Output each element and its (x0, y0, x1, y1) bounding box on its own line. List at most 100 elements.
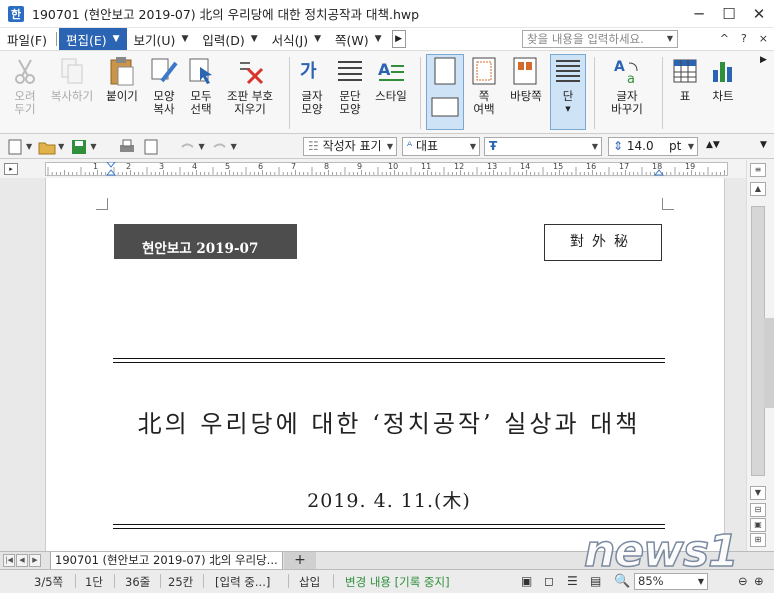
doc-close-icon[interactable]: × (759, 32, 768, 45)
ribbon-expand-icon[interactable]: ▶ (760, 55, 767, 65)
toolbar-expand-icon[interactable]: ▼ (760, 140, 767, 150)
menu-file[interactable]: 파일(F) (0, 28, 54, 50)
scroll-thumb[interactable] (751, 206, 765, 476)
page-margin-button[interactable]: 쪽 여백 (466, 55, 502, 116)
paste-button[interactable]: 붙이기 (103, 55, 141, 103)
undo-dropdown-icon[interactable]: ▼ (198, 142, 204, 151)
ruler-strip[interactable]: 1 2 3 4 5 6 7 8 9 10 11 12 13 14 15 16 1… (45, 162, 728, 176)
columns-dropdown-icon[interactable]: ▼ (565, 103, 570, 116)
menu-edit[interactable]: 편집(E) ▼ (58, 28, 127, 50)
add-tab-button[interactable]: + (284, 552, 316, 569)
format-copy-label: 모양 복사 (153, 89, 175, 116)
page-margin-label: 쪽 여백 (473, 89, 495, 116)
status-mode: [입력 중...] (215, 575, 271, 589)
page-view-button[interactable] (426, 54, 464, 130)
ribbon-separator (289, 57, 290, 129)
select-all-icon (186, 55, 216, 87)
paragraph-icon (335, 55, 365, 87)
document-tab[interactable]: 190701 (현안보고 2019-07) 北의 우리당... (50, 552, 283, 570)
font-name-select[interactable]: Ŧ ▼ (484, 137, 602, 156)
view-web-icon[interactable]: ☰ (567, 574, 578, 588)
scroll-up-button[interactable]: ▲ (750, 182, 766, 196)
chart-button[interactable]: 차트 (706, 55, 740, 103)
style-button[interactable]: A 스타일 (371, 55, 411, 103)
tab-first-button[interactable]: |◀ (3, 554, 15, 567)
view-normal-icon[interactable]: ▣ (521, 574, 532, 588)
font-language-select[interactable]: ᴬ 대표 ▼ (402, 137, 480, 156)
save-icon[interactable] (70, 139, 88, 155)
prev-page-button[interactable]: ⊟ (750, 503, 766, 517)
document-page[interactable]: 현안보고 2019-07 對外秘 北의 우리당에 대한 ‘정치공작’ 실상과 대… (45, 178, 725, 551)
left-indent-marker[interactable] (106, 162, 116, 176)
close-button[interactable]: ✕ (744, 0, 774, 28)
menu-view[interactable]: 보기(U) ▼ (127, 28, 196, 50)
ribbon-separator (594, 57, 595, 129)
preview-icon[interactable] (142, 139, 160, 155)
minimize-button[interactable]: ─ (684, 0, 714, 28)
format-copy-button[interactable]: 모양 복사 (146, 55, 182, 116)
status-track-changes[interactable]: 변경 내용 [기록 중지] (345, 574, 450, 590)
undo-icon[interactable] (178, 139, 196, 155)
select-all-button[interactable]: 모두 선택 (185, 55, 217, 116)
tab-next-button[interactable]: ▶ (29, 554, 41, 567)
status-separator (160, 574, 161, 588)
right-indent-marker[interactable] (654, 162, 664, 176)
table-label: 표 (679, 89, 691, 103)
ruler-number: 13 (487, 162, 498, 171)
scroll-down-button[interactable]: ▼ (750, 486, 766, 500)
search-input[interactable]: 찾을 내용을 입력하세요. ▼ (522, 30, 678, 48)
new-document-icon[interactable] (6, 139, 24, 155)
confidential-badge: 對外秘 (544, 224, 662, 261)
page-corner-marker (662, 198, 674, 210)
maximize-button[interactable]: ☐ (714, 0, 744, 28)
help-icon[interactable]: ? (741, 32, 747, 45)
tab-prev-button[interactable]: ◀ (16, 554, 28, 567)
copy-button[interactable]: 복사하기 (46, 55, 98, 103)
open-dropdown-icon[interactable]: ▼ (58, 142, 64, 151)
menu-format[interactable]: 서식(J) ▼ (265, 28, 328, 50)
ribbon-collapse-icon[interactable]: ^ (720, 32, 729, 45)
ruler-tab-button[interactable]: ▸ (4, 163, 18, 175)
font-size-input[interactable]: ⇕ 14.0 pt ▼ (608, 137, 698, 156)
save-dropdown-icon[interactable]: ▼ (90, 142, 96, 151)
ruler-toggle-icon[interactable]: ≡ (750, 163, 766, 177)
status-separator (75, 574, 76, 588)
columns-button[interactable]: 단 ▼ (550, 54, 586, 130)
erase-markup-button[interactable]: 조판 부호 지우기 (222, 55, 278, 116)
cut-button[interactable]: 오려 두기 (8, 55, 42, 116)
font-size-stepper-icon[interactable]: ▲▼ (706, 140, 720, 150)
menu-insert[interactable]: 입력(D) ▼ (195, 28, 264, 50)
status-separator (203, 574, 204, 588)
svg-text:a: a (627, 72, 635, 85)
news1-watermark: news1 (583, 526, 739, 578)
table-button[interactable]: 표 (668, 55, 702, 103)
ruler-number: 17 (619, 162, 630, 171)
status-separator (333, 574, 334, 588)
copy-icon (57, 55, 87, 87)
style-select[interactable]: ☷ 작성자 표기 ▼ (303, 137, 397, 156)
open-folder-icon[interactable] (38, 139, 56, 155)
status-page[interactable]: 3/5쪽 (34, 574, 63, 590)
menu-more-button[interactable]: ▶ (391, 30, 406, 48)
char-change-button[interactable]: Aa 글자 바꾸기 (604, 55, 650, 116)
ruler-number: 10 (388, 162, 399, 171)
ruler-number: 19 (685, 162, 696, 171)
menu-page[interactable]: 쪽(W) ▼ (328, 28, 389, 50)
new-dropdown-icon[interactable]: ▼ (26, 142, 32, 151)
char-shape-button[interactable]: 가 글자 모양 (296, 55, 328, 116)
para-shape-label: 문단 모양 (339, 89, 361, 116)
document-date: 2019. 4. 11.(木) (307, 490, 471, 512)
search-dropdown-icon[interactable]: ▼ (667, 31, 673, 47)
document-area[interactable]: 현안보고 2019-07 對外秘 北의 우리당에 대한 ‘정치공작’ 실상과 대… (0, 178, 746, 551)
report-number-badge: 현안보고 2019-07 (114, 224, 297, 259)
status-insert[interactable]: 삽입 (299, 574, 320, 590)
page-background-button[interactable]: 바탕쪽 (505, 55, 547, 103)
para-shape-button[interactable]: 문단 모양 (334, 55, 366, 116)
ruler-number: 9 (357, 162, 363, 171)
redo-icon[interactable] (211, 139, 229, 155)
side-panel-handle[interactable] (764, 318, 774, 408)
print-icon[interactable] (118, 139, 136, 155)
redo-dropdown-icon[interactable]: ▼ (231, 142, 237, 151)
status-separator (288, 574, 289, 588)
view-page-icon[interactable]: ◻ (544, 574, 554, 588)
